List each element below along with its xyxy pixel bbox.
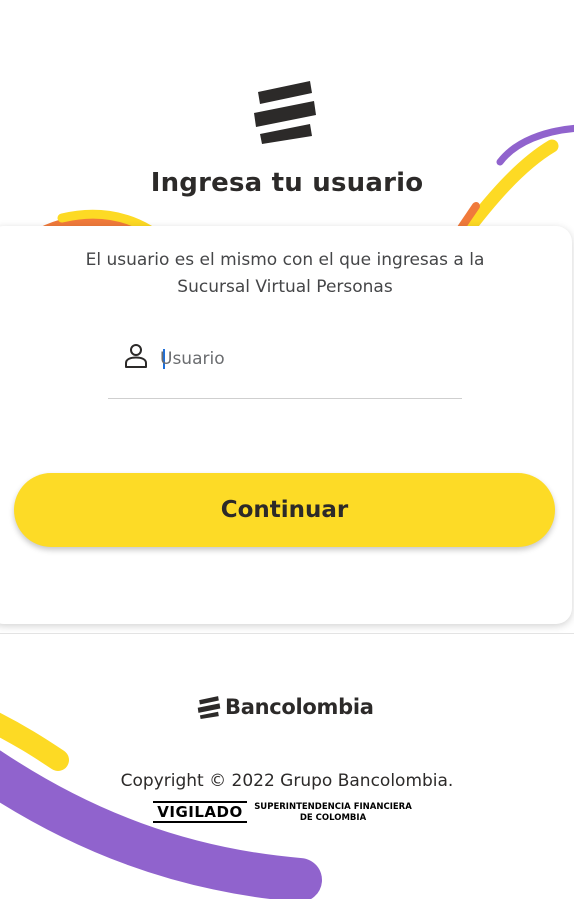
login-subtitle: El usuario es el mismo con el que ingres… — [85, 250, 485, 297]
footer-divider — [0, 633, 574, 634]
continue-button[interactable]: Continuar — [14, 473, 555, 547]
bancolombia-symbol-icon — [197, 696, 221, 719]
bancolombia-symbol-icon — [254, 81, 316, 144]
brand-name: Bancolombia — [225, 695, 374, 719]
page-title: Ingresa tu usuario — [150, 168, 424, 198]
supervisor-line-2: DE COLOMBIA — [299, 813, 367, 823]
copyright-text: Copyright © 2022 Grupo Bancolombia. — [120, 771, 454, 791]
supervisor-line-1: SUPERINTENDENCIA FINANCIERA — [254, 802, 412, 812]
username-field[interactable] — [108, 335, 462, 399]
vigilado-label: VIGILADO — [153, 801, 247, 823]
supervisor-label: SUPERINTENDENCIA FINANCIERA DE COLOMBIA — [251, 802, 415, 824]
user-icon — [125, 344, 147, 368]
vigilado-seal: VIGILADO SUPERINTENDENCIA FINANCIERA DE … — [153, 800, 415, 826]
username-input[interactable] — [160, 345, 450, 373]
footer-brand: Bancolombia — [197, 692, 374, 722]
